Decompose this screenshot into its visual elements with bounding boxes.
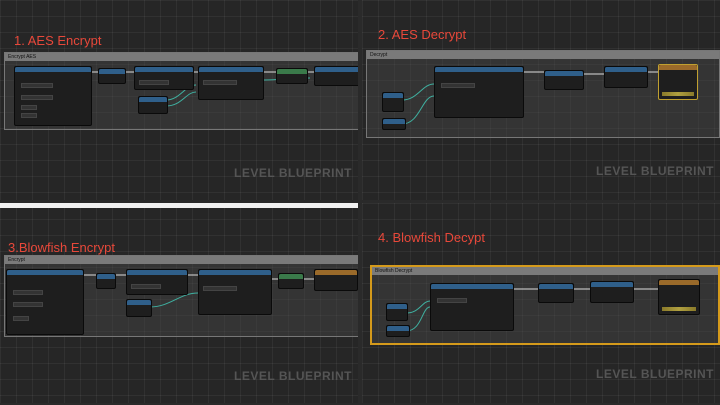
decrypt-node[interactable]: [430, 283, 514, 331]
watermark: LEVEL BLUEPRINT: [234, 166, 352, 180]
print-node[interactable]: [276, 68, 308, 84]
comment-title: Blowfish Decrypt: [372, 267, 718, 275]
event-node[interactable]: [6, 269, 84, 335]
key-node[interactable]: [386, 303, 408, 321]
event-node[interactable]: [14, 66, 92, 126]
watermark: LEVEL BLUEPRINT: [596, 367, 714, 381]
key-node[interactable]: [382, 92, 404, 112]
pure-node[interactable]: [544, 70, 584, 90]
panel-aes-decrypt: Decrypt 2. AES Decrypt LEVEL BLUEPRINT: [362, 0, 720, 200]
string-node[interactable]: [134, 66, 194, 90]
panel-blowfish-decrypt: Blowfish Decrypt 4. Blowfish Decypt LEVE…: [362, 203, 720, 403]
watermark: LEVEL BLUEPRINT: [234, 369, 352, 383]
pure-node[interactable]: [96, 273, 116, 289]
print-node[interactable]: [278, 273, 304, 289]
panel-heading: 2. AES Decrypt: [378, 27, 467, 42]
comment-title: Encrypt: [5, 256, 358, 264]
output-node[interactable]: [314, 269, 358, 291]
convert-node[interactable]: [590, 281, 634, 303]
comment-title: Encrypt AES: [5, 53, 358, 61]
pure-node[interactable]: [98, 68, 126, 84]
iv-node[interactable]: [386, 325, 410, 337]
key-node[interactable]: [138, 96, 168, 114]
convert-node[interactable]: [604, 66, 648, 88]
output-node[interactable]: [314, 66, 358, 86]
panel-blowfish-encrypt: Encrypt 3.Blowfish Encrypt LEVEL BLUEPRI…: [0, 203, 358, 403]
encrypt-node[interactable]: [198, 66, 264, 100]
comment-title: Decrypt: [367, 51, 719, 59]
iv-node[interactable]: [382, 118, 406, 130]
window-bar: [0, 203, 358, 208]
print-string-node[interactable]: [658, 279, 700, 315]
encrypt-node[interactable]: [198, 269, 272, 315]
string-node[interactable]: [126, 269, 188, 295]
pure-node[interactable]: [538, 283, 574, 303]
print-string-node[interactable]: [658, 64, 698, 100]
panel-heading: 1. AES Encrypt: [14, 33, 102, 48]
key-node[interactable]: [126, 299, 152, 317]
watermark: LEVEL BLUEPRINT: [596, 164, 714, 178]
decrypt-node[interactable]: [434, 66, 524, 118]
panel-heading: 3.Blowfish Encrypt: [8, 240, 115, 255]
panel-heading: 4. Blowfish Decypt: [378, 230, 485, 245]
panel-aes-encrypt: Encrypt AES 1. AES Encrypt LEVEL BLUEPRI…: [0, 0, 358, 200]
